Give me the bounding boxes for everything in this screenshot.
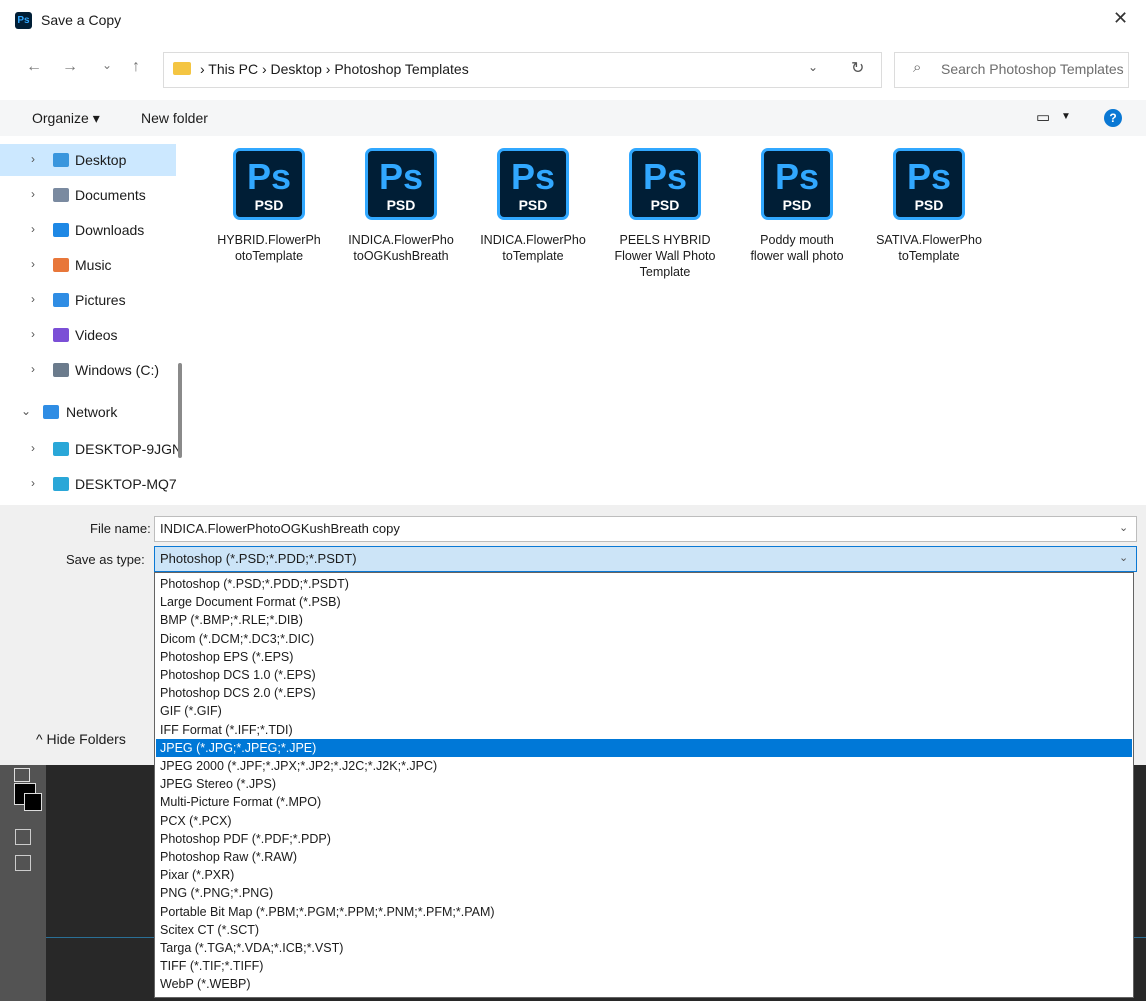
save-type-value: Photoshop (*.PSD;*.PDD;*.PSDT) [160,551,357,566]
psd-badge-text: Ps [246,156,292,197]
save-type-option[interactable]: JPEG 2000 (*.JPF;*.JPX;*.JP2;*.J2C;*.J2K… [156,757,1132,775]
file-name-label: HYBRID.FlowerPhotoTemplate [217,233,321,263]
quick-mask-icon[interactable] [15,829,31,845]
psd-extension-text: PSD [650,197,680,213]
view-options-icon[interactable]: ▭ [1036,108,1050,126]
save-type-option[interactable]: Pixar (*.PXR) [156,866,1132,884]
search-icon: ⌕ [913,59,922,76]
close-button[interactable]: ✕ [1113,8,1128,29]
file-name-label: INDICA.FlowerPhotoOGKushBreath [348,233,454,263]
psd-file-icon: Ps PSD [893,148,965,220]
screen-mode-icon[interactable] [15,855,31,871]
save-type-option[interactable]: Portable Bit Map (*.PBM;*.PGM;*.PPM;*.PN… [156,903,1132,921]
psd-extension-text: PSD [254,197,284,213]
title-bar [0,0,1146,42]
psd-badge-text: Ps [510,156,556,197]
breadcrumb[interactable]: › This PC › Desktop › Photoshop Template… [200,61,469,77]
recent-locations-button[interactable]: ⌄ [102,58,112,72]
address-history-chevron-icon[interactable]: ⌄ [808,60,818,74]
save-type-option[interactable]: Photoshop (*.PSD;*.PDD;*.PSDT) [156,575,1132,593]
view-options-caret-icon[interactable]: ▼ [1061,111,1071,122]
folder-icon [173,62,191,75]
save-type-option[interactable]: Photoshop PDF (*.PDF;*.PDP) [156,830,1132,848]
save-type-option[interactable]: JPEG (*.JPG;*.JPEG;*.JPE) [156,738,1132,757]
save-type-option[interactable]: BMP (*.BMP;*.RLE;*.DIB) [156,611,1132,629]
psd-badge-text: Ps [642,156,688,197]
save-type-option[interactable]: PNG (*.PNG;*.PNG) [156,884,1132,902]
save-type-dropdown-list: Photoshop (*.PSD;*.PDD;*.PSDT) Large Docu… [154,572,1134,998]
save-type-option[interactable]: Dicom (*.DCM;*.DC3;*.DIC) [156,630,1132,648]
save-type-option[interactable]: Photoshop DCS 1.0 (*.EPS) [156,666,1132,684]
save-type-option[interactable]: Large Document Format (*.PSB) [156,593,1132,611]
help-icon[interactable]: ? [1104,109,1122,127]
save-type-option[interactable]: Photoshop Raw (*.RAW) [156,848,1132,866]
search-placeholder: Search Photoshop Templates [941,61,1124,77]
save-type-option[interactable]: IFF Format (*.IFF;*.TDI) [156,721,1132,739]
file-name-value: INDICA.FlowerPhotoOGKushBreath copy [160,521,400,536]
save-type-option[interactable]: Targa (*.TGA;*.VDA;*.ICB;*.VST) [156,939,1132,957]
psd-extension-text: PSD [782,197,812,213]
psd-file-icon: Ps PSD [233,148,305,220]
psd-file-icon: Ps PSD [497,148,569,220]
psd-badge-text: Ps [774,156,820,197]
forward-button[interactable]: → [62,58,78,76]
organize-menu-button[interactable]: Organize ▾ [32,110,100,127]
refresh-icon[interactable]: ↻ [851,58,864,78]
file-item[interactable]: Ps PSD INDICA.FlowerPhotoOGKushBreath [341,136,461,326]
save-type-chevron-icon[interactable]: ⌄ [1119,551,1128,564]
background-color-swatch[interactable] [24,793,42,811]
psd-badge-text: Ps [906,156,952,197]
save-type-option[interactable]: JPEG Stereo (*.JPS) [156,775,1132,793]
psd-file-icon: Ps PSD [365,148,437,220]
file-name-label: File name: [90,521,151,536]
psd-badge-text: Ps [378,156,424,197]
back-button[interactable]: ← [26,58,42,76]
save-type-label: Save as type: [66,552,145,567]
file-item[interactable]: Ps PSD PEELS HYBRID Flower Wall Photo Temp… [605,136,725,326]
window-title: Save a Copy [41,12,122,28]
photoshop-app-icon: Ps [15,12,32,29]
file-name-chevron-icon[interactable]: ⌄ [1119,521,1128,534]
save-type-option[interactable]: Photoshop DCS 2.0 (*.EPS) [156,684,1132,702]
psd-extension-text: PSD [518,197,548,213]
file-name-label: Poddy mouth flower wall photo [750,233,844,263]
file-item[interactable]: Ps PSD HYBRID.FlowerPhotoTemplate [209,136,329,326]
new-folder-button[interactable]: New folder [141,110,208,126]
psd-extension-text: PSD [386,197,416,213]
file-item[interactable]: Ps PSD Poddy mouth flower wall photo [737,136,857,326]
save-type-option[interactable]: WebP (*.WEBP) [156,975,1132,993]
save-type-option[interactable]: Multi-Picture Format (*.MPO) [156,793,1132,811]
save-type-option[interactable]: GIF (*.GIF) [156,702,1132,720]
file-name-label: INDICA.FlowerPhotoTemplate [480,233,586,263]
save-type-option[interactable]: Scitex CT (*.SCT) [156,921,1132,939]
hide-folders-button[interactable]: ^ Hide Folders [36,731,126,747]
file-name-label: SATIVA.FlowerPhotoTemplate [876,233,982,263]
psd-extension-text: PSD [914,197,944,213]
file-item[interactable]: Ps PSD SATIVA.FlowerPhotoTemplate [869,136,989,326]
file-list: Ps PSD HYBRID.FlowerPhotoTemplate Ps PSD INDI… [0,136,1146,505]
file-item[interactable]: Ps PSD INDICA.FlowerPhotoTemplate [473,136,593,326]
psd-file-icon: Ps PSD [629,148,701,220]
file-name-label: PEELS HYBRID Flower Wall Photo Template [614,233,716,279]
swap-colors-icon [14,768,30,782]
psd-file-icon: Ps PSD [761,148,833,220]
up-button[interactable]: ↑ [132,58,140,76]
save-type-option[interactable]: TIFF (*.TIF;*.TIFF) [156,957,1132,975]
save-type-option[interactable]: PCX (*.PCX) [156,812,1132,830]
save-type-option[interactable]: Photoshop EPS (*.EPS) [156,648,1132,666]
